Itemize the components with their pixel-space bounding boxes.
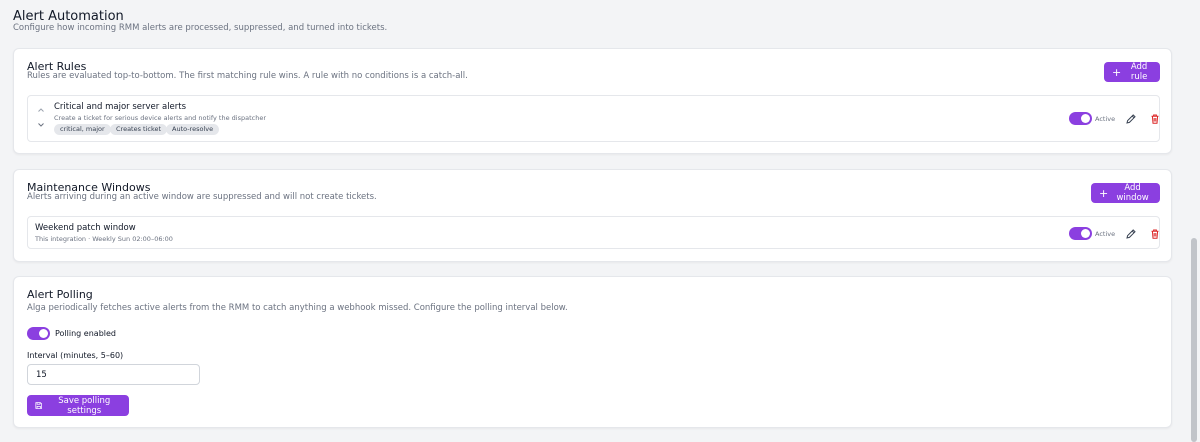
edit-icon[interactable] <box>1125 228 1137 240</box>
move-up-icon[interactable] <box>37 106 45 114</box>
move-down-icon[interactable] <box>37 121 45 129</box>
save-icon <box>35 402 43 409</box>
delete-icon[interactable] <box>1149 113 1161 125</box>
maintenance-windows-card: Maintenance Windows Alerts arriving duri… <box>13 169 1172 262</box>
rule-name: Critical and major server alerts <box>54 102 187 112</box>
maintenance-description: Alerts arriving during an active window … <box>27 192 377 202</box>
rule-description: Create a ticket for serious device alert… <box>54 114 266 122</box>
add-window-button[interactable]: + Add window <box>1091 183 1160 203</box>
window-row[interactable]: Weekend patch window This integration · … <box>27 216 1160 249</box>
page-title: Alert Automation <box>13 9 124 24</box>
rule-status-label: Active <box>1095 115 1116 123</box>
page-description: Configure how incoming RMM alerts are pr… <box>13 23 388 33</box>
rule-chip-resolve: Auto-resolve <box>166 124 220 135</box>
add-window-label: Add window <box>1116 183 1149 203</box>
save-polling-button[interactable]: Save polling settings <box>27 395 129 416</box>
plus-icon: + <box>1099 186 1109 200</box>
plus-icon: + <box>1112 65 1122 79</box>
delete-icon[interactable] <box>1149 228 1161 240</box>
window-schedule: This integration · Weekly Sun 02:00–06:0… <box>35 235 173 243</box>
interval-label: Interval (minutes, 5–60) <box>27 351 124 360</box>
polling-enabled-toggle[interactable] <box>27 327 50 340</box>
rule-active-toggle[interactable] <box>1069 112 1092 125</box>
polling-description: Alga periodically fetches active alerts … <box>27 303 568 313</box>
add-rule-label: Add rule <box>1130 62 1148 82</box>
scrollbar[interactable] <box>1188 0 1200 442</box>
alert-polling-card: Alert Polling Alga periodically fetches … <box>13 276 1172 428</box>
rule-chip-severity: critical, major <box>54 124 111 135</box>
save-polling-label: Save polling settings <box>58 395 111 416</box>
alert-rules-description: Rules are evaluated top-to-bottom. The f… <box>27 71 468 81</box>
interval-input[interactable] <box>27 364 200 385</box>
add-rule-button[interactable]: + Add rule <box>1104 62 1160 82</box>
polling-title: Alert Polling <box>27 288 93 301</box>
scrollbar-thumb[interactable] <box>1191 238 1197 442</box>
window-status-label: Active <box>1095 230 1116 238</box>
window-active-toggle[interactable] <box>1069 227 1092 240</box>
alert-rules-card: Alert Rules Rules are evaluated top-to-b… <box>13 48 1172 154</box>
polling-enabled-label: Polling enabled <box>55 329 116 338</box>
edit-icon[interactable] <box>1125 113 1137 125</box>
window-name: Weekend patch window <box>35 223 136 233</box>
rule-chip-action: Creates ticket <box>110 124 168 135</box>
rule-row[interactable]: Critical and major server alerts Create … <box>27 95 1160 142</box>
